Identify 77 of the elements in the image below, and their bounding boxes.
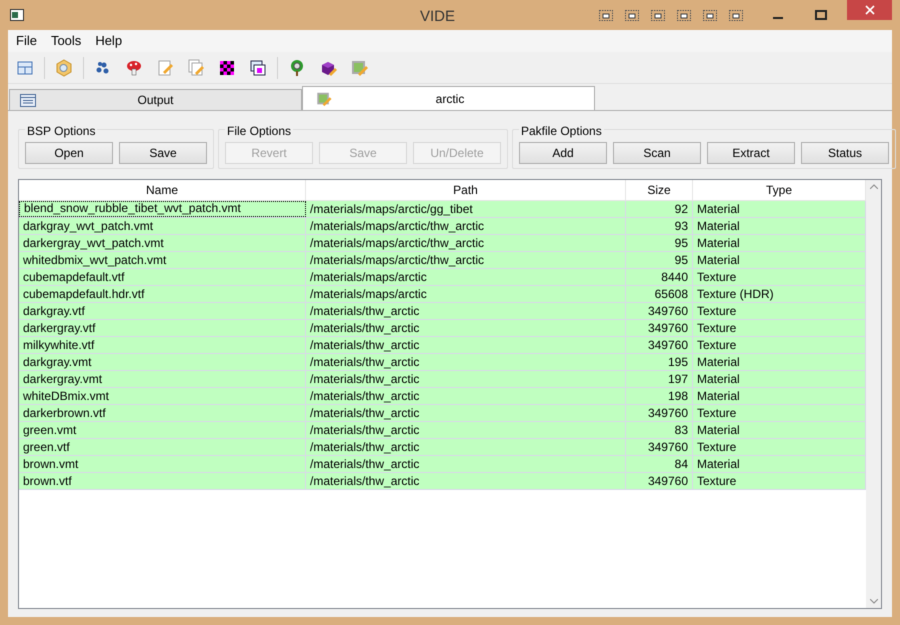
menu-item[interactable]: File — [10, 31, 43, 51]
table-cell: /materials/thw_arctic — [306, 422, 626, 438]
table-cell: 95 — [626, 252, 693, 268]
table-cell: /materials/maps/arctic/thw_arctic — [306, 235, 626, 251]
table-cell: darkergray_wvt_patch.vmt — [19, 235, 306, 251]
table-cell: /materials/thw_arctic — [306, 320, 626, 336]
mushroom-icon[interactable] — [125, 58, 143, 76]
table-cell: /materials/thw_arctic — [306, 371, 626, 387]
table-cell: 349760 — [626, 405, 693, 421]
table-cell: /materials/maps/arctic/thw_arctic — [306, 252, 626, 268]
table-cell: /materials/thw_arctic — [306, 405, 626, 421]
column-header[interactable]: Name — [19, 180, 306, 200]
table-cell: 197 — [626, 371, 693, 387]
table-cell: 84 — [626, 456, 693, 472]
scrollbar[interactable] — [866, 180, 881, 608]
tab[interactable]: Output — [9, 89, 302, 110]
option-button[interactable]: Scan — [613, 142, 701, 164]
column-header[interactable]: Path — [306, 180, 626, 200]
table-cell: darkergray.vtf — [19, 320, 306, 336]
table-cell: darkgray.vtf — [19, 303, 306, 319]
option-button[interactable]: Open — [25, 142, 113, 164]
table-cell: 92 — [626, 201, 693, 217]
option-button[interactable]: Add — [519, 142, 607, 164]
menu-item[interactable]: Tools — [44, 31, 88, 51]
window-title: VIDE — [420, 7, 456, 27]
table-cell: /materials/thw_arctic — [306, 337, 626, 353]
table-cell: brown.vtf — [19, 473, 306, 489]
table-cell: /materials/thw_arctic — [306, 473, 626, 489]
option-button[interactable]: Save — [119, 142, 207, 164]
option-button[interactable]: Status — [801, 142, 889, 164]
table-cell: 349760 — [626, 320, 693, 336]
table-cell: 83 — [626, 422, 693, 438]
table-cell: /materials/maps/arctic/thw_arctic — [306, 218, 626, 234]
table-cell: /materials/thw_arctic — [306, 456, 626, 472]
table-cell: 95 — [626, 235, 693, 251]
tab[interactable]: arctic — [302, 86, 595, 110]
close-button[interactable] — [847, 0, 892, 20]
table-cell: 65608 — [626, 286, 693, 302]
table-cell: brown.vmt — [19, 456, 306, 472]
table-cell: darkgray.vmt — [19, 354, 306, 370]
table-cell: green.vmt — [19, 422, 306, 438]
table-cell: /materials/thw_arctic — [306, 439, 626, 455]
table-cell: 8440 — [626, 269, 693, 285]
table-cell: /materials/thw_arctic — [306, 388, 626, 404]
table-cell: 349760 — [626, 473, 693, 489]
table-cell: /materials/thw_arctic — [306, 354, 626, 370]
table-cell: /materials/maps/arctic — [306, 269, 626, 285]
table-cell: 349760 — [626, 439, 693, 455]
table-cell: 195 — [626, 354, 693, 370]
table-cell: whiteDBmix.vmt — [19, 388, 306, 404]
app-icon[interactable] — [10, 9, 24, 21]
table-cell: darkergray.vmt — [19, 371, 306, 387]
window-icon — [20, 94, 36, 106]
table-cell: 93 — [626, 218, 693, 234]
table-cell: cubemapdefault.hdr.vtf — [19, 286, 306, 302]
table-cell: milkywhite.vtf — [19, 337, 306, 353]
table-cell: /materials/maps/arctic/gg_tibet — [306, 201, 626, 217]
table-cell: blend_snow_rubble_tibet_wvt_patch.vmt — [19, 201, 306, 217]
picture-pencil-icon — [315, 90, 332, 106]
table-cell: whitedbmix_wvt_patch.vmt — [19, 252, 306, 268]
maximize-icon[interactable] — [815, 10, 827, 20]
table-cell: cubemapdefault.vtf — [19, 269, 306, 285]
option-button[interactable]: Extract — [707, 142, 795, 164]
checker-icon[interactable] — [218, 58, 236, 76]
table-cell: 198 — [626, 388, 693, 404]
table-cell: 349760 — [626, 303, 693, 319]
table-icon[interactable] — [16, 58, 34, 76]
table-cell: /materials/maps/arctic — [306, 286, 626, 302]
table-cell: 349760 — [626, 337, 693, 353]
table-cell: darkerbrown.vtf — [19, 405, 306, 421]
menu-item[interactable]: Help — [89, 31, 128, 51]
table-cell: darkgray_wvt_patch.vmt — [19, 218, 306, 234]
close-icon[interactable] — [864, 5, 874, 15]
column-header[interactable]: Size — [626, 180, 693, 200]
tree-magnifier-icon[interactable] — [288, 58, 306, 76]
table-cell: /materials/thw_arctic — [306, 303, 626, 319]
table-cell: green.vtf — [19, 439, 306, 455]
